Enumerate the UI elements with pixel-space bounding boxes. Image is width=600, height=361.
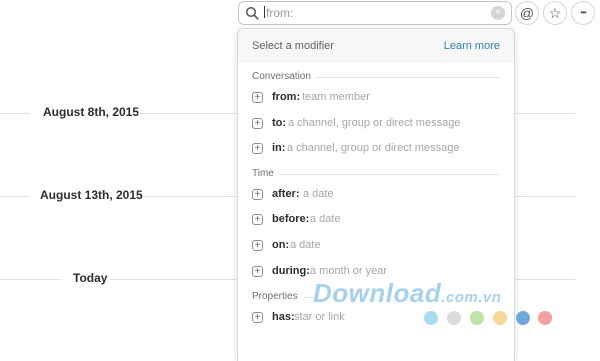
- divider: [0, 196, 30, 197]
- modifier-key: before:: [272, 213, 310, 225]
- divider: [515, 113, 575, 114]
- starred-items-button[interactable]: ☆: [543, 1, 567, 25]
- plus-square-icon: +: [252, 189, 263, 200]
- plus-square-icon: +: [252, 92, 263, 103]
- day-label: August 13th, 2015: [40, 188, 143, 202]
- section-label-time: Time: [252, 168, 274, 179]
- more-options-button[interactable]: •••: [571, 1, 595, 25]
- day-label: August 8th, 2015: [43, 105, 140, 119]
- plus-square-icon: +: [252, 266, 263, 277]
- section-divider: [314, 77, 500, 78]
- watermark-dots: [424, 311, 554, 325]
- search-input[interactable]: from: ×: [238, 1, 512, 25]
- watermark-suffix: .com.vn: [441, 289, 502, 306]
- section-label-properties: Properties: [252, 291, 298, 302]
- divider: [138, 113, 237, 114]
- modifier-hint: a month or year: [310, 265, 388, 277]
- modifier-hint: a channel, group or direct message: [287, 142, 460, 154]
- plus-square-icon: +: [252, 214, 263, 225]
- modifier-hint: star or link: [294, 311, 345, 323]
- watermark-dot: [424, 311, 438, 325]
- watermark-dot: [493, 311, 507, 325]
- modifier-hint: a channel, group or direct message: [288, 117, 461, 129]
- modifier-key: from:: [272, 91, 301, 103]
- modifier-key: after:: [272, 188, 300, 200]
- section-label-conversation: Conversation: [252, 71, 311, 82]
- mentions-button[interactable]: @: [515, 1, 539, 25]
- watermark-dot: [447, 311, 461, 325]
- watermark-dot: [538, 311, 552, 325]
- divider: [515, 279, 575, 280]
- top-bar: from: × @ ☆ •••: [0, 0, 600, 26]
- dropdown-header: Select a modifier Learn more: [238, 29, 514, 63]
- divider: [142, 196, 237, 197]
- modifier-key: on:: [272, 239, 290, 251]
- modifier-hint: a date: [310, 213, 341, 225]
- modifier-hint: a date: [290, 239, 321, 251]
- watermark-dot: [516, 311, 530, 325]
- plus-square-icon: +: [252, 312, 263, 323]
- dropdown-title: Select a modifier: [252, 40, 334, 52]
- modifier-hint: team member: [302, 91, 370, 103]
- text-cursor: [264, 6, 265, 18]
- modifier-key: during:: [272, 265, 310, 277]
- plus-square-icon: +: [252, 143, 263, 154]
- plus-square-icon: +: [252, 240, 263, 251]
- day-label: Today: [73, 271, 108, 285]
- clear-search-icon[interactable]: ×: [491, 6, 505, 20]
- divider: [110, 279, 237, 280]
- modifier-key: to:: [272, 117, 287, 129]
- watermark-logo: Download.com.vn: [313, 278, 501, 309]
- section-divider: [280, 174, 500, 175]
- search-query-text: from:: [266, 6, 294, 20]
- modifier-hint: a date: [303, 188, 334, 200]
- watermark-dot: [470, 311, 484, 325]
- learn-more-link[interactable]: Learn more: [444, 40, 500, 52]
- divider: [0, 279, 62, 280]
- divider: [0, 113, 30, 114]
- modifier-key: has:: [272, 311, 295, 323]
- modifier-key: in:: [272, 142, 286, 154]
- search-icon: [245, 6, 259, 20]
- plus-square-icon: +: [252, 118, 263, 129]
- watermark-text: Download: [313, 278, 442, 308]
- search-query[interactable]: from:: [263, 6, 293, 20]
- divider: [515, 196, 575, 197]
